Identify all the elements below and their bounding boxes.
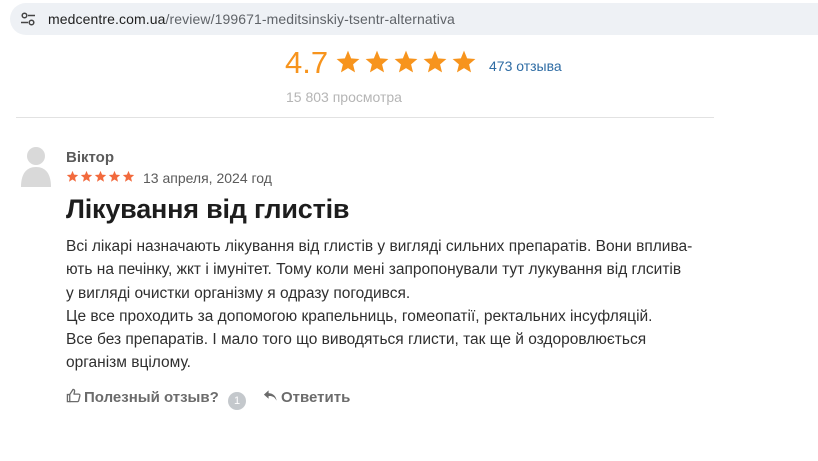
review-body-line: Все без препаратів. І мало того що вивод…: [66, 331, 647, 349]
tune-icon[interactable]: [20, 11, 36, 27]
star-icon: [66, 170, 79, 182]
url-text[interactable]: medcentre.com.ua/review/199671-meditsins…: [48, 11, 455, 27]
star-icon: [108, 170, 121, 182]
reviews-count-link[interactable]: 473 отзыва: [489, 58, 562, 74]
address-bar: medcentre.com.ua/review/199671-meditsins…: [0, 0, 818, 38]
url-domain: medcentre.com.ua: [48, 11, 166, 27]
star-icon: [94, 170, 107, 182]
thumbs-up-icon: [66, 388, 81, 407]
review-stars: [66, 170, 135, 183]
reply-label: Ответить: [281, 389, 351, 406]
review-body-line: Всі лікарі назначають лікування від глис…: [66, 238, 693, 255]
helpful-label: Полезный отзыв?: [84, 389, 219, 406]
views-count: 15 803 просмотра: [286, 89, 402, 105]
review-author: Віктор: [66, 149, 114, 166]
star-icon: [80, 170, 93, 182]
review-title: Лікування від глистів: [66, 194, 350, 224]
star-icon: [336, 50, 360, 73]
rating-stars: [335, 49, 477, 75]
review-body: Всі лікарі назначають лікування від глис…: [66, 235, 756, 375]
star-icon: [423, 50, 447, 73]
star-icon: [394, 50, 418, 73]
star-icon: [122, 170, 135, 182]
user-placeholder-icon: [20, 145, 52, 187]
review-body-line: у вигляді очистки організму я одразу пог…: [66, 284, 411, 302]
helpful-button[interactable]: Полезный отзыв?: [66, 388, 219, 407]
rating-value: 4.7: [285, 45, 329, 80]
review-body-line: ють на печінку, жкт і імунітет. Тому кол…: [66, 261, 682, 279]
helpful-count-badge: 1: [228, 392, 246, 410]
divider: [16, 117, 714, 118]
star-icon: [452, 50, 476, 73]
reply-arrow-icon: [262, 388, 278, 407]
review-body-line: Це все проходить за допомогою крапельниц…: [66, 307, 653, 325]
review-body-line: організм вцілому.: [66, 354, 191, 372]
url-path: /review/199671-meditsinskiy-tsentr-alter…: [165, 11, 455, 27]
url-field[interactable]: medcentre.com.ua/review/199671-meditsins…: [10, 3, 818, 35]
reply-button[interactable]: Ответить: [262, 388, 350, 407]
review-date: 13 апреля, 2024 год: [143, 170, 272, 186]
star-icon: [365, 50, 389, 73]
